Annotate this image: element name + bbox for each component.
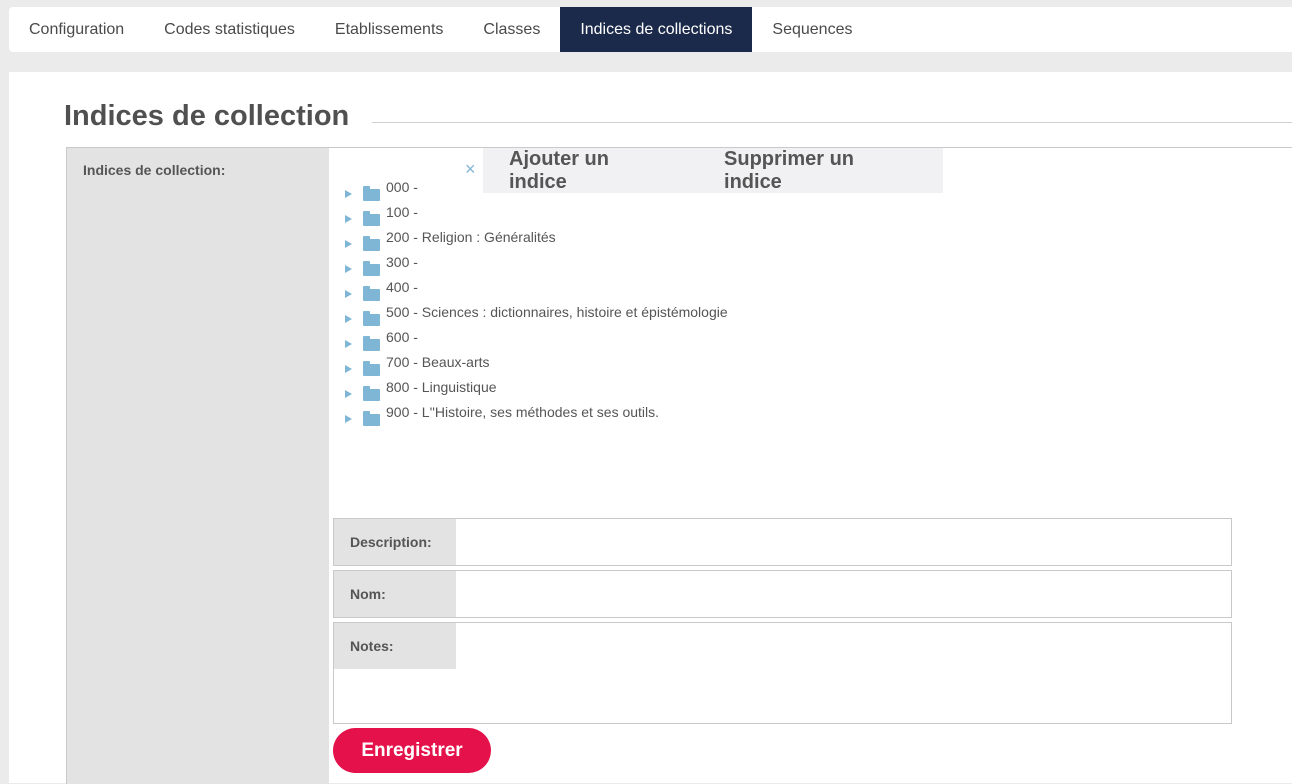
description-input[interactable] [456, 519, 1231, 565]
caret-right-icon[interactable] [345, 190, 352, 198]
tree-node[interactable]: 200 - Religion : Généralités [343, 229, 728, 254]
field-label-column: Indices de collection: [67, 148, 329, 784]
folder-icon [363, 311, 380, 326]
tab-sequences[interactable]: Sequences [752, 7, 872, 52]
tree-node-label: 700 - Beaux-arts [386, 354, 490, 370]
tree-node-label: 500 - Sciences : dictionnaires, histoire… [386, 304, 728, 320]
notes-textarea[interactable] [456, 623, 1231, 723]
tab-etablissements[interactable]: Etablissements [315, 7, 464, 52]
close-icon[interactable]: × [465, 160, 476, 178]
folder-icon [363, 286, 380, 301]
tree-node-label: 400 - [386, 279, 418, 295]
tree-node[interactable]: 600 - [343, 329, 728, 354]
caret-right-icon[interactable] [345, 340, 352, 348]
folder-icon [363, 211, 380, 226]
tree-node-label: 100 - [386, 204, 418, 220]
caret-right-icon[interactable] [345, 390, 352, 398]
tree-node-label: 900 - L''Histoire, ses méthodes et ses o… [386, 404, 660, 420]
folder-icon [363, 186, 380, 201]
tree-node-label: 800 - Linguistique [386, 379, 497, 395]
notes-row: Notes: [333, 622, 1232, 724]
indices-field: Indices de collection: × Ajouter un indi… [66, 147, 1292, 784]
tree-node[interactable]: 700 - Beaux-arts [343, 354, 728, 379]
tree-node[interactable]: 000 - [343, 179, 728, 204]
tree-node-label: 600 - [386, 329, 418, 345]
indices-tree: 000 - 100 - 200 - Religion : Généralités… [343, 179, 728, 429]
title-divider [372, 122, 1292, 123]
nom-input[interactable] [456, 571, 1231, 617]
page-title: Indices de collection [64, 100, 350, 132]
tree-node[interactable]: 800 - Linguistique [343, 379, 728, 404]
tab-configuration[interactable]: Configuration [9, 7, 144, 52]
tree-node-label: 200 - Religion : Généralités [386, 229, 556, 245]
delete-indice-button[interactable]: Supprimer un indice [698, 148, 943, 194]
tree-node[interactable]: 400 - [343, 279, 728, 304]
tree-editor: × Ajouter un indice Supprimer un indice … [329, 148, 1292, 784]
tab-classes[interactable]: Classes [463, 7, 560, 52]
save-button[interactable]: Enregistrer [333, 728, 491, 773]
field-label: Indices de collection: [83, 162, 226, 178]
tree-node[interactable]: 300 - [343, 254, 728, 279]
caret-right-icon[interactable] [345, 315, 352, 323]
tab-codes-statistiques[interactable]: Codes statistiques [144, 7, 315, 52]
tree-node-label: 300 - [386, 254, 418, 270]
caret-right-icon[interactable] [345, 265, 352, 273]
notes-label: Notes: [334, 623, 456, 669]
caret-right-icon[interactable] [345, 290, 352, 298]
main-panel: Indices de collection Indices de collect… [9, 72, 1292, 784]
description-row: Description: [333, 518, 1232, 566]
caret-right-icon[interactable] [345, 215, 352, 223]
folder-icon [363, 361, 380, 376]
nom-row: Nom: [333, 570, 1232, 618]
description-label: Description: [334, 519, 456, 565]
folder-icon [363, 386, 380, 401]
nom-label: Nom: [334, 571, 456, 617]
caret-right-icon[interactable] [345, 415, 352, 423]
folder-icon [363, 236, 380, 251]
tree-node[interactable]: 900 - L''Histoire, ses méthodes et ses o… [343, 404, 728, 429]
tree-node-label: 000 - [386, 179, 418, 195]
tree-node[interactable]: 500 - Sciences : dictionnaires, histoire… [343, 304, 728, 329]
tree-node[interactable]: 100 - [343, 204, 728, 229]
tab-bar: Configuration Codes statistiques Etablis… [9, 7, 1292, 52]
caret-right-icon[interactable] [345, 365, 352, 373]
folder-icon [363, 411, 380, 426]
folder-icon [363, 336, 380, 351]
tab-indices-de-collections[interactable]: Indices de collections [560, 7, 753, 52]
folder-icon [363, 261, 380, 276]
caret-right-icon[interactable] [345, 240, 352, 248]
